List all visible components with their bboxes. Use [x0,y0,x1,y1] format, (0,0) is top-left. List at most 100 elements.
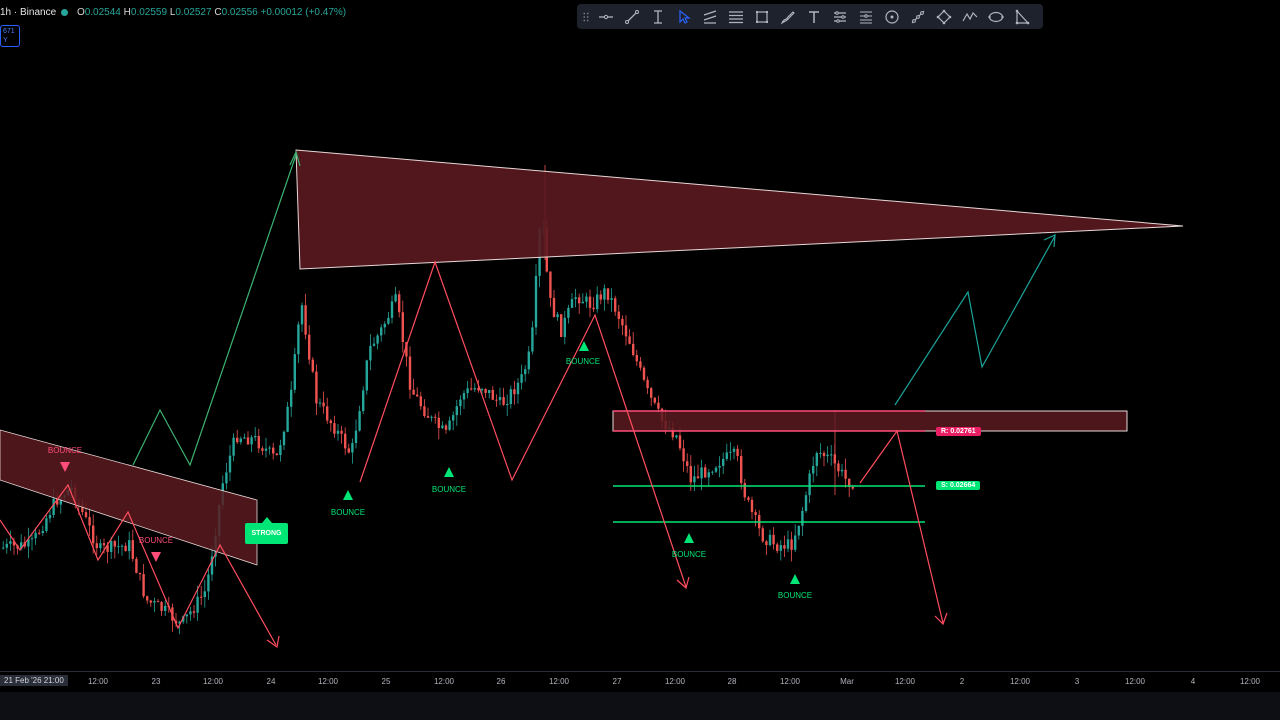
support-price-label: S: 0.02664 [936,481,981,490]
candle-body [239,438,242,443]
candle-body [567,307,570,318]
bounce-up-marker [790,574,800,584]
lines-group-2-icon[interactable] [853,4,879,29]
bearish-arrowhead-left [266,635,280,649]
open-value: 0.02544 [84,7,121,18]
candle-body [5,543,8,548]
candle-body [830,454,833,456]
cursor-arrow-icon[interactable] [671,4,697,29]
candle-body [376,335,379,344]
candle-body [2,547,5,549]
trend-line-icon[interactable] [619,4,645,29]
candle-body [563,317,566,337]
bounce-up-marker [684,533,694,543]
candle-body [603,288,606,300]
candle-body [740,455,743,484]
candle-body [491,389,494,400]
candle-body [754,512,757,515]
indicator-badge-suffix: Y [3,37,8,44]
candle-body [596,294,599,310]
time-axis-tick: 12:00 [664,677,686,686]
candle-body [365,360,368,391]
candle-body [574,297,577,300]
change-value: +0.00012 (+0.47%) [260,7,347,18]
close-key: C [214,7,222,18]
candle-body [315,371,318,404]
candle-body [635,355,638,362]
price-chart[interactable] [0,0,1280,720]
candle-body [412,389,415,395]
measure-icon[interactable] [905,4,931,29]
time-axis-tick: 27 [612,677,622,686]
candle-body [448,420,451,430]
candle-body [279,445,282,456]
candle-body [333,423,336,434]
text-icon[interactable] [801,4,827,29]
parallel-channel-icon[interactable] [697,4,723,29]
resistance-zone[interactable] [612,410,1128,432]
candle-body [768,534,772,546]
candle-body [45,518,48,531]
candle-body [693,476,696,483]
indicator-badge-value: 671 [3,28,15,35]
circle-icon[interactable] [879,4,905,29]
candle-body [783,545,786,549]
candle-body [797,525,800,536]
time-axis-tick: 12:00 [87,677,109,686]
candle-body [95,543,98,549]
drag-handle-icon[interactable] [579,4,593,29]
candle-body [290,389,293,407]
indicator-badge[interactable]: 671 Y [0,25,20,47]
candle-body [826,454,829,457]
rectangle-icon[interactable] [749,4,775,29]
candle-body [466,388,469,394]
horizontal-line-icon[interactable] [593,4,619,29]
time-axis-tick: 4 [1190,677,1196,686]
candle-body [88,517,91,526]
candle-body [131,540,134,559]
candle-body [682,448,685,462]
candle-body [102,543,106,546]
candle-body [801,510,804,526]
brush-icon[interactable] [775,4,801,29]
candle-body [509,389,512,405]
time-axis[interactable]: 21 Feb '26 21:00 12:00 23 12:00 24 12:00 25 12:… [0,671,1280,692]
candle-body [686,461,689,466]
candle-body [761,528,764,542]
candle-body [804,495,808,511]
candle-body [549,271,552,298]
text-cursor-icon[interactable] [645,4,671,29]
candle-body [9,541,12,544]
diamond-node-icon[interactable] [931,4,957,29]
candle-body [689,465,692,483]
zigzag-icon[interactable] [957,4,983,29]
bullish-zigzag-path[interactable] [132,154,297,467]
candle-body [700,467,703,479]
candle-body [146,596,149,601]
triangle-resistance-zone[interactable] [295,149,1184,270]
candle-body [462,393,466,400]
bearish-projection-right[interactable] [859,429,944,624]
lines-group-icon[interactable] [827,4,853,29]
candle-body [153,601,156,603]
bullish-projection-path[interactable] [894,235,1056,406]
time-axis-tick: 12:00 [1239,677,1261,686]
candle-body [48,514,52,519]
time-axis-tick: 12:00 [202,677,224,686]
candle-body [351,442,354,453]
candle-body [772,534,775,545]
drawing-toolbar [577,4,1043,29]
open-key: O [76,7,85,18]
candle-body [113,541,116,547]
close-value: 0.02556 [221,7,258,18]
candle-body [657,402,660,409]
candle-body [268,447,271,449]
candle-body [124,545,127,552]
candle-body [617,311,620,319]
triangle-icon[interactable] [1009,4,1035,29]
candle-body [473,388,476,390]
fib-retracement-icon[interactable] [723,4,749,29]
ellipse-icon[interactable] [983,4,1009,29]
candle-body [707,472,710,478]
candle-body [585,296,588,302]
